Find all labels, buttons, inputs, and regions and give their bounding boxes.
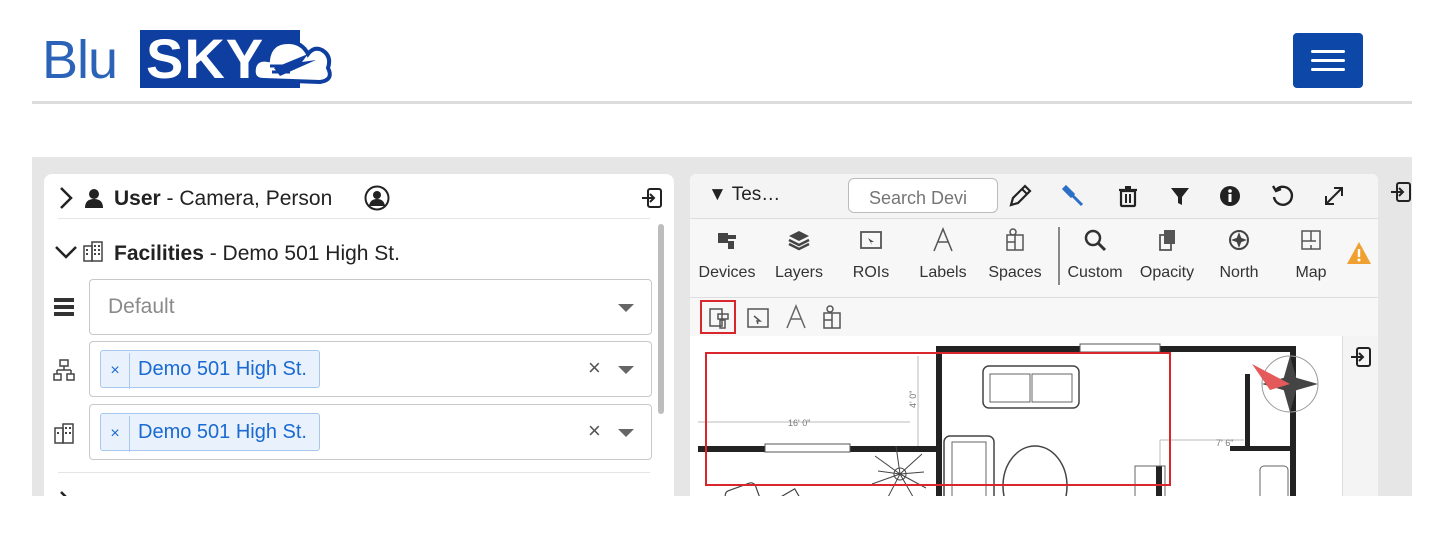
canvas-side-column — [1342, 336, 1378, 496]
device-placement-icon — [709, 308, 729, 329]
ribbon-layers-button[interactable]: Layers — [766, 219, 832, 297]
logo-blu-text: Blu — [42, 30, 118, 90]
site-tag: × Demo 501 High St. — [100, 350, 320, 389]
floor-map-icon — [1301, 230, 1321, 250]
collapse-panel-icon[interactable] — [641, 187, 663, 209]
site-tag-label: Demo 501 High St. — [138, 358, 307, 380]
search-devices-input[interactable] — [848, 178, 998, 213]
space-tool-icon[interactable] — [820, 304, 844, 330]
buildings-icon — [83, 241, 103, 262]
compass-icon — [1229, 230, 1249, 250]
building-icon — [54, 423, 74, 444]
ribbon-devices-button[interactable]: Devices — [694, 219, 760, 297]
main-area: User - Camera, Person Facilities - Demo … — [32, 157, 1412, 496]
expand-icon[interactable] — [1320, 182, 1348, 210]
floorplan-title-dropdown[interactable]: ▼ Tes… — [708, 184, 780, 206]
info-icon[interactable] — [1216, 182, 1244, 210]
sub-toolbar — [690, 298, 1378, 337]
trash-icon[interactable] — [1114, 182, 1142, 210]
opacity-icon — [1159, 230, 1175, 251]
ribbon-divider — [1058, 227, 1060, 285]
menu-bar-icon — [1311, 59, 1345, 62]
plan-dimension-label: 7' 6" — [1216, 438, 1233, 448]
site-clear-button[interactable]: × — [588, 355, 601, 381]
pencil-icon[interactable] — [1006, 182, 1034, 210]
hamburger-menu-button[interactable] — [1293, 33, 1363, 88]
ribbon-spaces-button[interactable]: Spaces — [982, 219, 1048, 297]
user-label: User — [114, 187, 161, 210]
roi-tool-icon[interactable] — [746, 306, 770, 330]
user-icon — [85, 189, 103, 208]
site-tag-remove-button[interactable]: × — [101, 353, 130, 389]
ribbon-label: Map — [1295, 264, 1327, 281]
reset-icon[interactable] — [1268, 182, 1296, 210]
cloud-icon — [251, 39, 332, 85]
ribbon-rois-button[interactable]: ROIs — [838, 219, 904, 297]
floorplan-panel: ▼ Tes… Search Devi Devices Layers ROIs L… — [690, 174, 1378, 496]
site-hierarchy-icon — [53, 359, 75, 381]
building-select[interactable]: × Demo 501 High St. × — [89, 404, 652, 460]
ribbon-label: Opacity — [1139, 264, 1195, 281]
devices-icon — [718, 233, 736, 249]
menu-bar-icon — [1311, 68, 1345, 71]
ribbon-labels-button[interactable]: Labels — [910, 219, 976, 297]
site-select[interactable]: × Demo 501 High St. × — [89, 341, 652, 397]
filter-icon[interactable] — [1166, 182, 1194, 210]
ribbon-label: Devices — [698, 264, 756, 281]
label-text-icon — [933, 227, 953, 252]
text-tool-icon[interactable] — [784, 304, 808, 330]
layer-select-placeholder: Default — [108, 295, 175, 318]
ribbon-label: Spaces — [988, 264, 1042, 281]
divider — [58, 472, 650, 473]
building-tag-label: Demo 501 High St. — [138, 421, 307, 443]
facilities-label: Facilities — [114, 242, 204, 265]
plan-dimension-label: 4' 0" — [908, 391, 918, 408]
divider — [58, 218, 650, 219]
ribbon-label: Custom — [1067, 264, 1123, 281]
ribbon-north-button[interactable]: North — [1206, 219, 1272, 297]
spaces-icon — [1006, 228, 1024, 251]
ribbon-label: ROIs — [852, 264, 890, 281]
warning-icon[interactable] — [1346, 241, 1372, 265]
ribbon-opacity-button[interactable]: Opacity — [1134, 219, 1200, 297]
blusky-logo[interactable]: Blu SKY — [42, 28, 332, 90]
menu-bar-icon — [1311, 50, 1345, 53]
building-clear-button[interactable]: × — [588, 418, 601, 444]
ribbon-map-button[interactable]: Map — [1278, 219, 1344, 297]
ribbon-custom-button[interactable]: Custom — [1062, 219, 1128, 297]
chevron-down-icon[interactable] — [54, 244, 78, 260]
filter-panel: User - Camera, Person Facilities - Demo … — [44, 174, 674, 496]
floorplan-canvas[interactable]: 16' 0" 4' 0" 7' 6" — [690, 336, 1342, 496]
caret-down-icon[interactable] — [618, 304, 634, 312]
layer-select[interactable]: Default — [89, 279, 652, 335]
floorplan-toolbar: ▼ Tes… — [690, 174, 1378, 219]
plan-dimension-label: 16' 0" — [788, 418, 810, 428]
wrench-icon[interactable] — [1060, 182, 1088, 210]
chevron-right-icon[interactable] — [58, 186, 74, 210]
device-tool-button[interactable] — [700, 300, 736, 334]
chevron-right-icon[interactable] — [58, 490, 74, 496]
facilities-row[interactable]: Facilities - Demo 501 High St. — [114, 242, 400, 266]
caret-down-icon[interactable] — [618, 366, 634, 374]
layers-stack-icon — [54, 298, 74, 316]
roi-icon — [860, 231, 882, 249]
ribbon-label: Labels — [919, 264, 967, 281]
ribbon-label: Layers — [774, 264, 824, 281]
magnifier-icon — [1084, 229, 1107, 252]
panel-exit-icon[interactable] — [1350, 346, 1372, 368]
sidebar-exit-icon[interactable] — [1390, 181, 1412, 203]
floorplan-ribbon: Devices Layers ROIs Labels Spaces Custom… — [690, 219, 1378, 298]
facilities-value: - Demo 501 High St. — [203, 242, 400, 265]
user-row[interactable]: User - Camera, Person — [114, 187, 332, 211]
user-value: - Camera, Person — [160, 187, 333, 210]
caret-down-icon[interactable] — [618, 429, 634, 437]
ribbon-label: North — [1219, 264, 1259, 281]
building-tag: × Demo 501 High St. — [100, 413, 320, 452]
scrollbar-thumb[interactable] — [658, 224, 664, 414]
floorplan-drawing: 16' 0" 4' 0" 7' 6" — [698, 343, 1319, 496]
layers-icon — [788, 231, 810, 251]
header-divider — [32, 101, 1412, 104]
person-circle-icon[interactable] — [364, 185, 390, 211]
building-tag-remove-button[interactable]: × — [101, 416, 130, 452]
